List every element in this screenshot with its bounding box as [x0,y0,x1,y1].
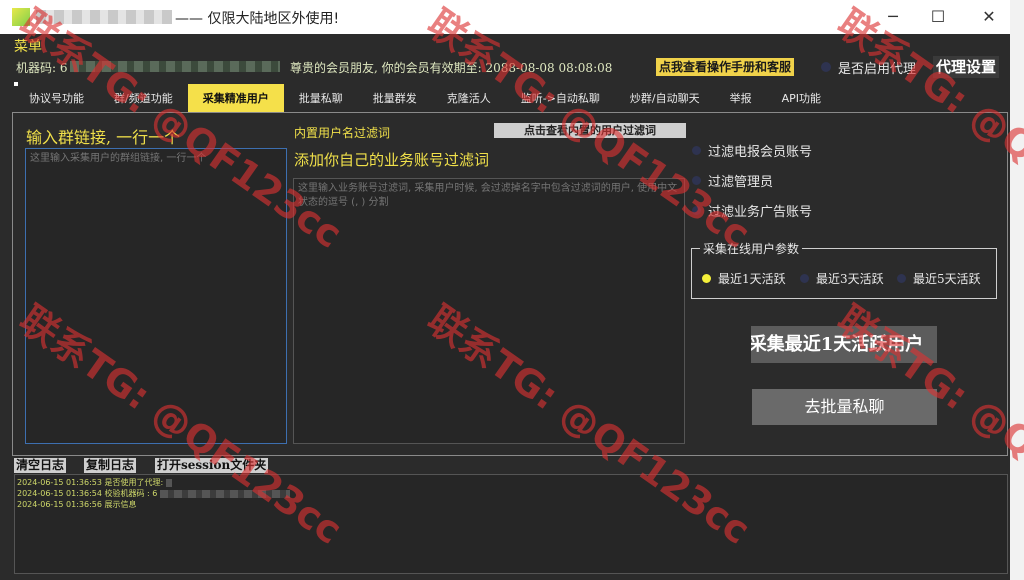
machine-code-redacted [70,61,280,72]
radio-icon[interactable] [897,274,906,283]
tab-auto-chat[interactable]: 炒群/自动聊天 [615,84,715,112]
machine-code-label: 机器码: 6 [16,61,68,75]
collect-users-button[interactable]: 采集最近1天活跃用户 [751,326,937,363]
copy-log-button[interactable]: 复制日志 [84,458,137,473]
tab-bulk-broadcast[interactable]: 批量群发 [358,84,432,112]
active-5d-label: 最近5天活跃 [913,272,981,286]
clear-log-button[interactable]: 清空日志 [14,458,67,473]
filter-ad-option[interactable]: 过滤业务广告账号 [692,201,812,220]
log-line: 2024-06-15 01:36:56 展示信息 [17,499,1005,510]
view-builtin-filter-button[interactable]: 点击查看内置的用户过滤词 [494,123,686,138]
active-1d-option[interactable]: 最近1天活跃 [702,270,786,287]
filter-admin-option[interactable]: 过滤管理员 [692,171,773,190]
filter-premium-option[interactable]: 过滤电报会员账号 [692,141,812,160]
active-3d-option[interactable]: 最近3天活跃 [800,270,884,287]
title-bar: —— 仅限大陆地区外使用! ─ ☐ ✕ [0,0,1010,34]
maximize-icon[interactable]: ☐ [915,0,961,34]
tab-clone-users[interactable]: 克隆活人 [432,84,506,112]
checkbox-dot-icon[interactable] [692,176,701,185]
proxy-toggle-radio[interactable] [821,62,831,72]
tab-group-channel[interactable]: 群/频道功能 [99,84,188,112]
log-line: 2024-06-15 01:36:53 是否使用了代理: [17,477,1005,488]
active-5d-option[interactable]: 最近5天活跃 [897,270,981,287]
online-params-title: 采集在线用户参数 [700,240,803,257]
checkbox-dot-icon[interactable] [692,206,701,215]
active-3d-label: 最近3天活跃 [816,272,884,286]
log-output[interactable]: 2024-06-15 01:36:53 是否使用了代理: 2024-06-15 … [14,474,1008,574]
log-line: 2024-06-15 01:36:54 校验机器码 : 6 [17,488,1005,499]
tab-api[interactable]: API功能 [767,84,836,112]
tab-protocol[interactable]: 协议号功能 [14,84,99,112]
close-icon[interactable]: ✕ [966,0,1012,34]
tab-monitor-auto-pm[interactable]: 监听->自动私聊 [506,84,615,112]
window-title: —— 仅限大陆地区外使用! [175,11,340,27]
collect-users-button-label: 采集最近1天活跃用户 [751,334,924,355]
log-redacted [166,478,173,487]
radio-icon[interactable] [800,274,809,283]
title-redacted [36,10,172,24]
function-tabs: 协议号功能 群/频道功能 采集精准用户 批量私聊 批量群发 克隆活人 监听->自… [14,84,836,112]
background-window-strip [1010,0,1024,580]
log-line-text: 2024-06-15 01:36:53 是否使用了代理: [17,478,164,487]
active-1d-label: 最近1天活跃 [718,272,786,286]
log-redacted [160,489,291,498]
custom-filter-input[interactable] [293,178,685,444]
tab-report[interactable]: 举报 [715,84,767,112]
menu-button[interactable]: 菜单 [14,36,42,56]
log-line-text: 2024-06-15 01:36:54 校验机器码 : 6 [17,489,158,498]
builtin-filter-label: 内置用户名过滤词 [294,126,391,140]
proxy-toggle-label[interactable]: 是否启用代理 [838,58,916,77]
app-logo-icon [12,8,30,26]
log-line-text: 2024-06-15 01:36:56 展示信息 [17,500,137,509]
tab-bulk-pm[interactable]: 批量私聊 [284,84,358,112]
custom-filter-label: 添加你自己的业务账号过滤词 [294,151,490,169]
group-link-input[interactable] [25,148,287,444]
filter-ad-label: 过滤业务广告账号 [708,205,813,220]
go-bulk-pm-button[interactable]: 去批量私聊 [752,389,937,425]
app-window: —— 仅限大陆地区外使用! ─ ☐ ✕ 菜单 机器码: 6 尊贵的会员朋友, 你… [0,0,1024,580]
minimize-icon[interactable]: ─ [870,0,916,34]
group-link-label: 输入群链接, 一行一个 [26,128,181,147]
filter-admin-label: 过滤管理员 [708,175,774,190]
checkbox-dot-icon[interactable] [692,146,701,155]
membership-info: 尊贵的会员朋友, 你的会员有效期至: 2088-08-08 08:08:08 [290,61,613,75]
open-session-folder-button[interactable]: 打开session文件夹 [155,458,269,473]
filter-premium-label: 过滤电报会员账号 [708,145,813,160]
proxy-settings-button[interactable]: 代理设置 [933,56,1000,78]
manual-support-button[interactable]: 点我查看操作手册和客服 [656,58,795,76]
tab-collect-users[interactable]: 采集精准用户 [187,84,284,112]
radio-selected-icon[interactable] [702,274,711,283]
